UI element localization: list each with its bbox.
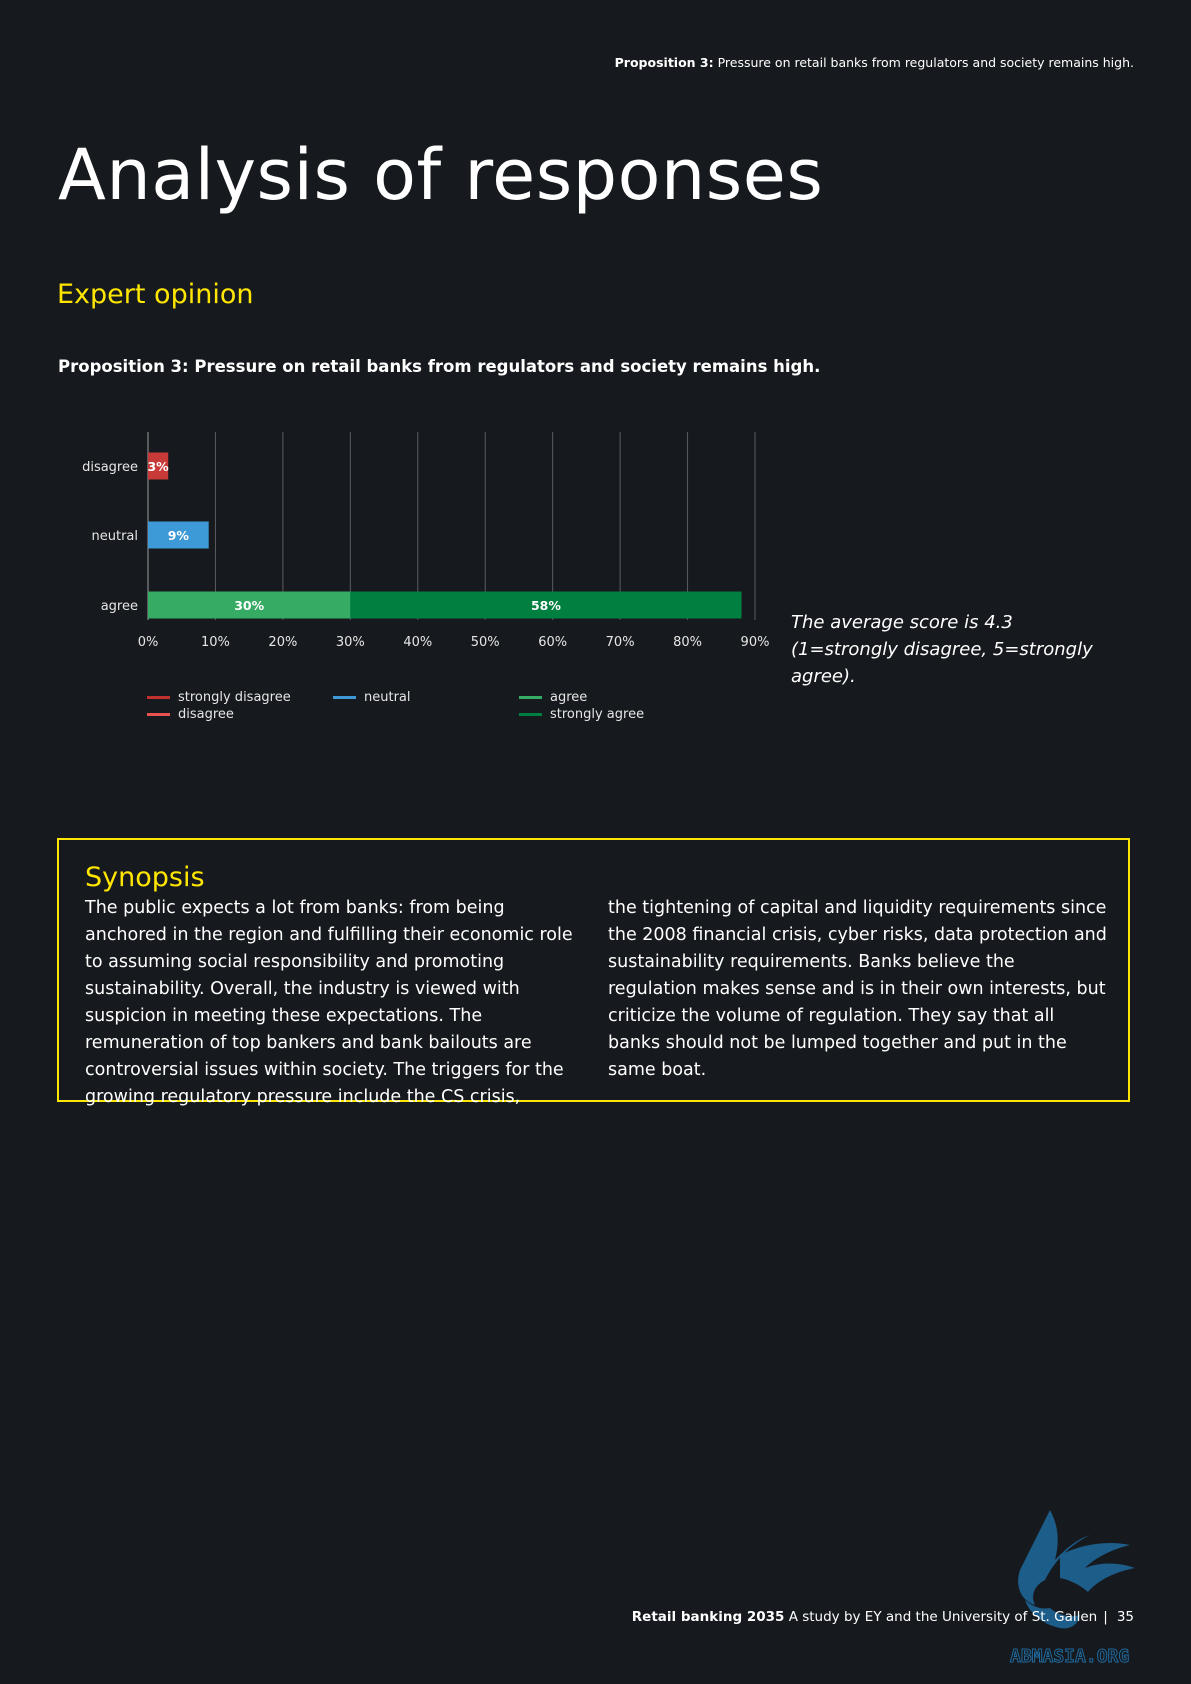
watermark-text: ABMASIA.ORG <box>1010 1646 1129 1667</box>
x-tick-label: 90% <box>741 635 770 650</box>
legend-swatch <box>333 696 356 699</box>
synopsis-box: Synopsis The public expects a lot from b… <box>57 838 1130 1107</box>
response-bar-chart: 0% 10% 20% 30% 40% 50% 60% 70% 80% 90% disagree neu… <box>82 432 770 650</box>
page-title: Analysis of responses <box>58 134 824 216</box>
synopsis-column-left: The public expects a lot from banks: fro… <box>85 898 573 1107</box>
data-label: 9% <box>168 528 190 543</box>
synopsis-column-right: the tightening of capital and liquidity … <box>608 898 1107 1080</box>
legend-label: neutral <box>364 690 411 705</box>
data-label: 58% <box>531 598 561 613</box>
category-label: neutral <box>92 529 139 544</box>
legend-swatch <box>147 713 170 716</box>
legend-label: strongly disagree <box>178 690 291 705</box>
x-tick-label: 0% <box>138 635 159 650</box>
running-head-label: Proposition 3: <box>614 55 714 70</box>
x-tick-label: 20% <box>268 635 297 650</box>
legend-item-agree: agree <box>519 689 587 706</box>
legend-label: agree <box>550 690 588 705</box>
page-number: 35 <box>1116 1609 1134 1625</box>
data-label: 3% <box>147 459 169 474</box>
x-tick-label: 80% <box>673 635 702 650</box>
legend-label: strongly agree <box>550 707 645 722</box>
category-label: disagree <box>82 460 138 475</box>
footer-title: Retail banking 2035 <box>631 1609 785 1625</box>
legend-swatch <box>519 713 542 716</box>
chart-title: Proposition 3: Pressure on retail banks … <box>58 357 821 376</box>
data-label: 30% <box>234 598 264 613</box>
x-tick-label: 70% <box>606 635 635 650</box>
legend-swatch <box>519 696 542 699</box>
legend-item-neutral: neutral <box>333 689 411 706</box>
section-heading: Expert opinion <box>57 279 254 310</box>
x-tick-label: 50% <box>471 635 500 650</box>
running-head: Proposition 3: Pressure on retail banks … <box>615 55 1134 70</box>
average-score-note: The average score is 4.3 (1=strongly dis… <box>791 612 1093 687</box>
legend-swatch <box>147 696 170 699</box>
footer-subtitle: A study by EY and the University of St. … <box>788 1609 1098 1625</box>
legend-item-strongly-agree: strongly agree <box>519 706 644 723</box>
running-head-text: Pressure on retail banks from regulators… <box>713 55 1134 70</box>
synopsis-heading: Synopsis <box>85 862 205 893</box>
griffin-logo-icon: ABMASIA.ORG <box>1010 1510 1135 1668</box>
category-label: agree <box>101 599 138 614</box>
x-tick-label: 60% <box>538 635 567 650</box>
legend-item-disagree: disagree <box>147 706 234 723</box>
x-tick-label: 10% <box>201 635 230 650</box>
x-tick-label: 40% <box>403 635 432 650</box>
x-tick-label: 30% <box>336 635 365 650</box>
footer-separator: | <box>1103 1609 1108 1625</box>
legend-item-strongly-disagree: strongly disagree <box>147 689 291 706</box>
legend-label: disagree <box>178 707 234 722</box>
footer: Retail banking 2035 A study by EY and th… <box>632 1609 1134 1625</box>
